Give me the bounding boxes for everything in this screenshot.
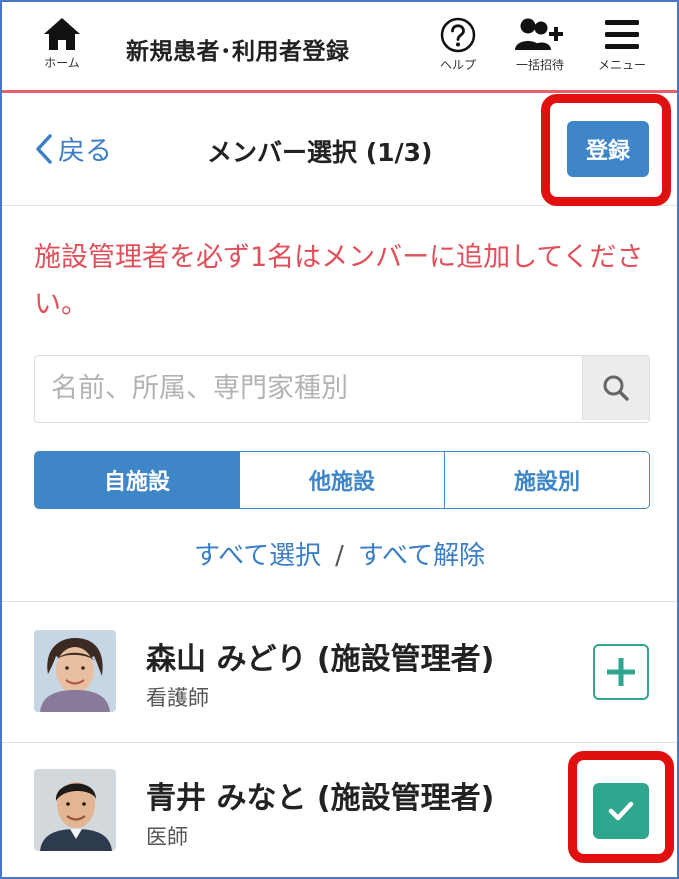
avatar xyxy=(34,769,116,851)
hamburger-menu-icon xyxy=(605,20,639,49)
page-title: メンバー選択 (1/3) xyxy=(207,138,433,167)
search-button[interactable] xyxy=(582,356,649,420)
member-role: 医師 xyxy=(146,825,188,849)
add-users-icon xyxy=(515,18,563,50)
selected-member-checkbox[interactable] xyxy=(593,783,649,839)
admin-required-warning: 施設管理者を必ず1名はメンバーに追加してください。 xyxy=(34,242,644,320)
add-member-button[interactable] xyxy=(593,644,649,700)
member-row: 青井 みなと (施設管理者) 医師 xyxy=(2,743,677,877)
tab-own-facility[interactable]: 自施設 xyxy=(35,452,239,508)
sub-header: 戻る メンバー選択 (1/3) 登録 xyxy=(2,93,677,206)
tab-by-facility[interactable]: 施設別 xyxy=(444,452,649,508)
avatar xyxy=(34,630,116,712)
menu-button[interactable]: メニュー xyxy=(584,16,660,82)
member-name: 森山 みどり (施設管理者) xyxy=(146,642,495,677)
home-icon xyxy=(44,18,80,50)
deselect-all-link[interactable]: すべて解除 xyxy=(358,541,485,571)
tab-other-facility[interactable]: 他施設 xyxy=(239,452,444,508)
search-icon xyxy=(603,375,629,401)
member-row: 森山 みどり (施設管理者) 看護師 xyxy=(2,602,677,742)
search-box xyxy=(34,355,650,423)
chevron-left-icon xyxy=(36,133,52,164)
question-circle-icon xyxy=(440,17,476,53)
app-frame: ホーム 新規患者･利用者登録 ヘルプ 一括招待 メニュー 戻る メンバー選択 (… xyxy=(0,0,679,879)
bulk-invite-label: 一括招待 xyxy=(515,58,564,72)
member-name: 青井 みなと (施設管理者) xyxy=(146,781,495,816)
help-button[interactable]: ヘルプ xyxy=(426,16,490,82)
help-label: ヘルプ xyxy=(439,58,476,72)
app-title: 新規患者･利用者登録 xyxy=(126,39,350,65)
home-label: ホーム xyxy=(44,56,80,70)
back-button[interactable]: 戻る xyxy=(34,129,112,168)
plus-icon xyxy=(607,658,635,686)
member-role: 看護師 xyxy=(146,686,209,710)
member-photo-man xyxy=(34,769,116,851)
facility-filter-tabs: 自施設 他施設 施設別 xyxy=(34,451,650,509)
bulk-invite-button[interactable]: 一括招待 xyxy=(504,16,576,82)
top-navigation: ホーム 新規患者･利用者登録 ヘルプ 一括招待 メニュー xyxy=(2,2,677,93)
search-input[interactable] xyxy=(35,356,581,420)
bulk-selection-row: すべて選択 / すべて解除 xyxy=(2,535,677,572)
member-photo-woman xyxy=(34,630,116,712)
menu-label: メニュー xyxy=(597,58,646,72)
select-all-link[interactable]: すべて選択 xyxy=(194,541,321,571)
checkmark-icon xyxy=(608,801,634,821)
back-label: 戻る xyxy=(58,136,112,167)
register-button[interactable]: 登録 xyxy=(567,121,649,177)
home-button[interactable]: ホーム xyxy=(32,16,92,82)
selection-separator: / xyxy=(335,541,344,571)
